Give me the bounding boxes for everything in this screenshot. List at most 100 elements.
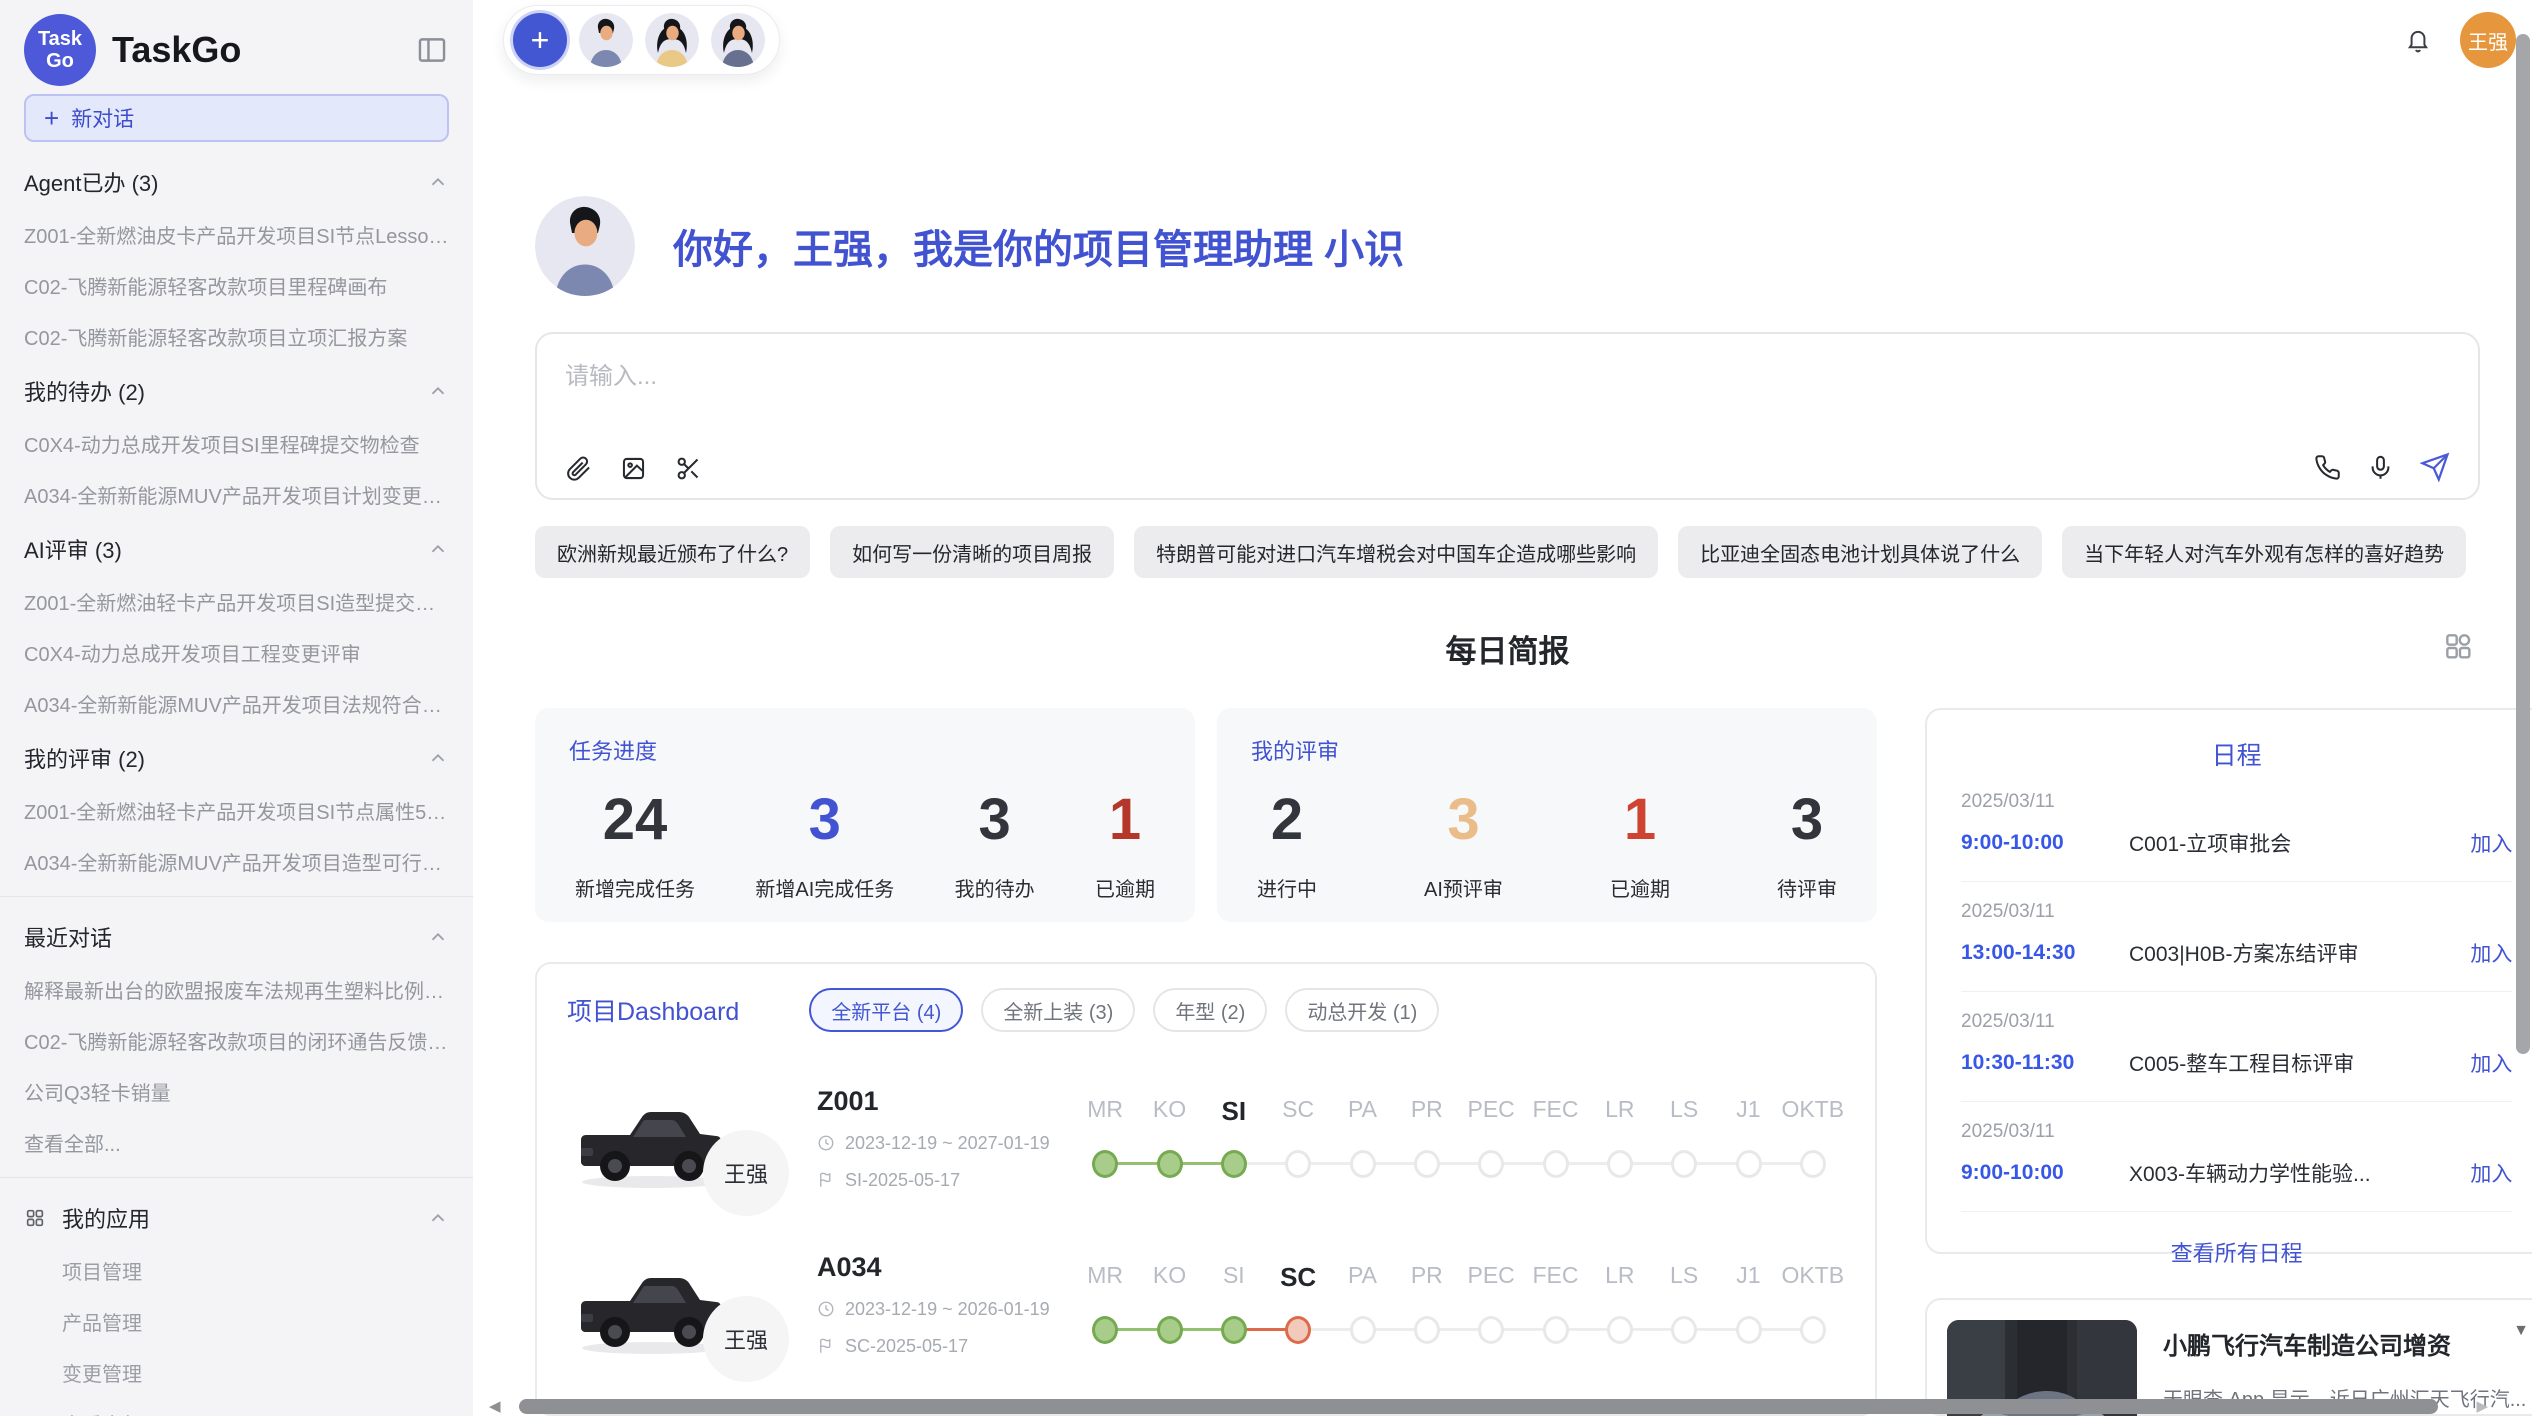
stat-label: 进行中: [1257, 873, 1317, 902]
stat-block: 24新增完成任务: [575, 790, 695, 902]
project-vehicle-image: 王强: [567, 1244, 737, 1364]
sidebar-group-header[interactable]: Agent已办 (3): [24, 166, 449, 198]
new-chat-button[interactable]: + 新对话: [24, 94, 449, 142]
project-row[interactable]: 王强A0342023-12-19 ~ 2026-01-19SC-2025-05-…: [567, 1244, 1845, 1364]
project-info: Z0012023-12-19 ~ 2027-01-19SI-2025-05-17: [817, 1086, 1057, 1191]
agent-crew-pill: +: [503, 5, 780, 75]
milestone-label: LS: [1652, 1096, 1716, 1127]
milestone-dot: [1221, 1150, 1247, 1178]
sidebar-task-item[interactable]: Z001-全新燃油皮卡产品开发项目SI节点Lesson Learn报告: [24, 220, 449, 249]
sidebar-task-item[interactable]: C0X4-动力总成开发项目SI里程碑提交物检查: [24, 429, 449, 458]
suggestion-chip[interactable]: 当下年轻人对汽车外观有怎样的喜好趋势: [2062, 526, 2466, 578]
milestone-label: PR: [1395, 1096, 1459, 1127]
dashboard-filter-pill[interactable]: 动总开发 (1): [1285, 988, 1439, 1032]
assistant-greeting: 你好，王强，我是你的项目管理助理 小识: [535, 196, 2480, 296]
event-join-link[interactable]: 加入: [2470, 828, 2512, 858]
milestone-label: MR: [1073, 1096, 1137, 1127]
event-row: 9:00-10:00X003-车辆动力学性能验...加入: [1961, 1158, 2512, 1188]
event-join-link[interactable]: 加入: [2470, 1048, 2512, 1078]
news-body: 小鹏飞行汽车制造公司增资 天眼查 App 显示，近日广州汇天飞行汽...: [2163, 1320, 2526, 1394]
sidebar-group-header[interactable]: AI评审 (3): [24, 533, 449, 565]
milestone-label: PA: [1330, 1262, 1394, 1293]
stat-block: 3我的待办: [955, 790, 1035, 902]
recent-chat-item[interactable]: 解释最新出台的欧盟报废车法规再生塑料比例被调至15%...: [24, 975, 449, 1004]
stat-block: 1已逾期: [1095, 790, 1155, 902]
milestone-dot: [1736, 1316, 1762, 1344]
agent-avatar[interactable]: [645, 13, 699, 67]
milestone-label: KO: [1137, 1096, 1201, 1127]
dashboard-filter-pill[interactable]: 全新平台 (4): [809, 988, 963, 1032]
sidebar-task-item[interactable]: C02-飞腾新能源轻客改款项目立项汇报方案: [24, 322, 449, 351]
milestone-dot: [1671, 1316, 1697, 1344]
event-join-link[interactable]: 加入: [2470, 1158, 2512, 1188]
app-sub-item[interactable]: 项目管理: [24, 1256, 449, 1285]
milestone-dot: [1157, 1316, 1183, 1344]
user-avatar[interactable]: 王强: [2460, 12, 2516, 68]
app-sub-item[interactable]: 变更管理: [24, 1358, 449, 1387]
milestone-label: SC: [1266, 1262, 1330, 1293]
phone-icon[interactable]: [2314, 454, 2341, 481]
sidebar-task-item[interactable]: C02-飞腾新能源轻客改款项目里程碑画布: [24, 271, 449, 300]
stat-label: 待评审: [1777, 873, 1837, 902]
stat-value: 3: [1791, 790, 1823, 851]
app-sub-item[interactable]: 产品管理: [24, 1307, 449, 1336]
attachment-icon[interactable]: [565, 455, 592, 482]
suggestion-chip[interactable]: 如何写一份清晰的项目周报: [830, 526, 1114, 578]
scroll-down-arrow-icon[interactable]: ▼: [2513, 1322, 2529, 1340]
dashboard-filter-pill[interactable]: 年型 (2): [1153, 988, 1267, 1032]
scroll-right-arrow-icon[interactable]: ▶: [2476, 1397, 2488, 1415]
sidebar-task-item[interactable]: A034-全新新能源MUV产品开发项目法规符合性评审: [24, 689, 449, 718]
agent-avatar[interactable]: [711, 13, 765, 67]
agent-avatar[interactable]: [579, 13, 633, 67]
recent-chat-item[interactable]: 公司Q3轻卡销量: [24, 1077, 449, 1106]
suggestion-chip[interactable]: 欧洲新规最近颁布了什么?: [535, 526, 810, 578]
sidebar-task-item[interactable]: C0X4-动力总成开发项目工程变更评审: [24, 638, 449, 667]
bell-icon[interactable]: [2404, 26, 2432, 54]
vertical-scrollbar-thumb[interactable]: [2516, 34, 2530, 1054]
milestone-label: J1: [1716, 1262, 1780, 1293]
add-agent-button[interactable]: +: [513, 13, 567, 67]
microphone-icon[interactable]: [2367, 454, 2394, 481]
suggestion-chip[interactable]: 比亚迪全固态电池计划具体说了什么: [1678, 526, 2042, 578]
suggestion-chip[interactable]: 特朗普可能对进口汽车增税会对中国车企造成哪些影响: [1134, 526, 1658, 578]
milestone-timeline: MRKOSISCPAPRPECFECLRLSJ1OKTB: [1073, 1096, 1845, 1181]
sidebar-collapse-icon[interactable]: [415, 33, 449, 67]
layout-grid-icon[interactable]: [2442, 630, 2474, 662]
send-icon[interactable]: [2420, 452, 2450, 482]
chat-input[interactable]: [565, 356, 2450, 422]
app-sub-item[interactable]: 查看全部...: [24, 1409, 449, 1416]
event-date: 2025/03/11: [1961, 791, 2512, 813]
my-apps-header[interactable]: 我的应用: [24, 1202, 449, 1234]
horizontal-scrollbar-thumb[interactable]: [519, 1399, 2438, 1414]
sidebar-group-header[interactable]: 我的评审 (2): [24, 742, 449, 774]
project-rows: 王强 Z0012023-12-19 ~ 2027-01-19SI-2025-05-…: [567, 1078, 1845, 1364]
sidebar-task-item[interactable]: Z001-全新燃油轻卡产品开发项目SI造型提交物评审: [24, 587, 449, 616]
dashboard-filter-pill[interactable]: 全新上装 (3): [981, 988, 1135, 1032]
milestone-dot: [1414, 1150, 1440, 1178]
event-join-link[interactable]: 加入: [2470, 938, 2512, 968]
scroll-left-arrow-icon[interactable]: ◀: [489, 1397, 501, 1415]
sidebar-task-item[interactable]: A034-全新新能源MUV产品开发项目造型可行性评审: [24, 847, 449, 876]
project-code: A034: [817, 1252, 1057, 1283]
stat-label: 我的待办: [955, 873, 1035, 902]
sidebar-group-title: Agent已办 (3): [24, 166, 159, 198]
milestone-label: J1: [1716, 1096, 1780, 1127]
chevron-up-icon: [427, 171, 449, 193]
sidebar-task-item[interactable]: Z001-全新燃油轻卡产品开发项目SI节点属性5D文件评审: [24, 796, 449, 825]
sidebar-task-item[interactable]: A034-全新新能源MUV产品开发项目计划变更表编写: [24, 480, 449, 509]
logo-text-bottom: Go: [46, 50, 74, 72]
schedule-event: 2025/03/119:00-10:00X003-车辆动力学性能验...加入: [1961, 1102, 2512, 1212]
milestone-dot: [1092, 1316, 1118, 1344]
sidebar-group-header[interactable]: 我的待办 (2): [24, 375, 449, 407]
recent-chat-item[interactable]: 查看全部...: [24, 1128, 449, 1157]
recent-chat-item[interactable]: C02-飞腾新能源轻客改款项目的闭环通告反馈情况: [24, 1026, 449, 1055]
image-upload-icon[interactable]: [620, 455, 647, 482]
milestone-dot: [1157, 1150, 1183, 1178]
input-tools-left: [565, 455, 702, 482]
milestone-dot: [1478, 1150, 1504, 1178]
stat-block: 2进行中: [1257, 790, 1317, 902]
view-all-schedule-link[interactable]: 查看所有日程: [1961, 1236, 2512, 1268]
project-row[interactable]: 王强Z0012023-12-19 ~ 2027-01-19SI-2025-05-…: [567, 1078, 1845, 1198]
scissors-icon[interactable]: [675, 455, 702, 482]
recent-chats-header[interactable]: 最近对话: [24, 921, 449, 953]
